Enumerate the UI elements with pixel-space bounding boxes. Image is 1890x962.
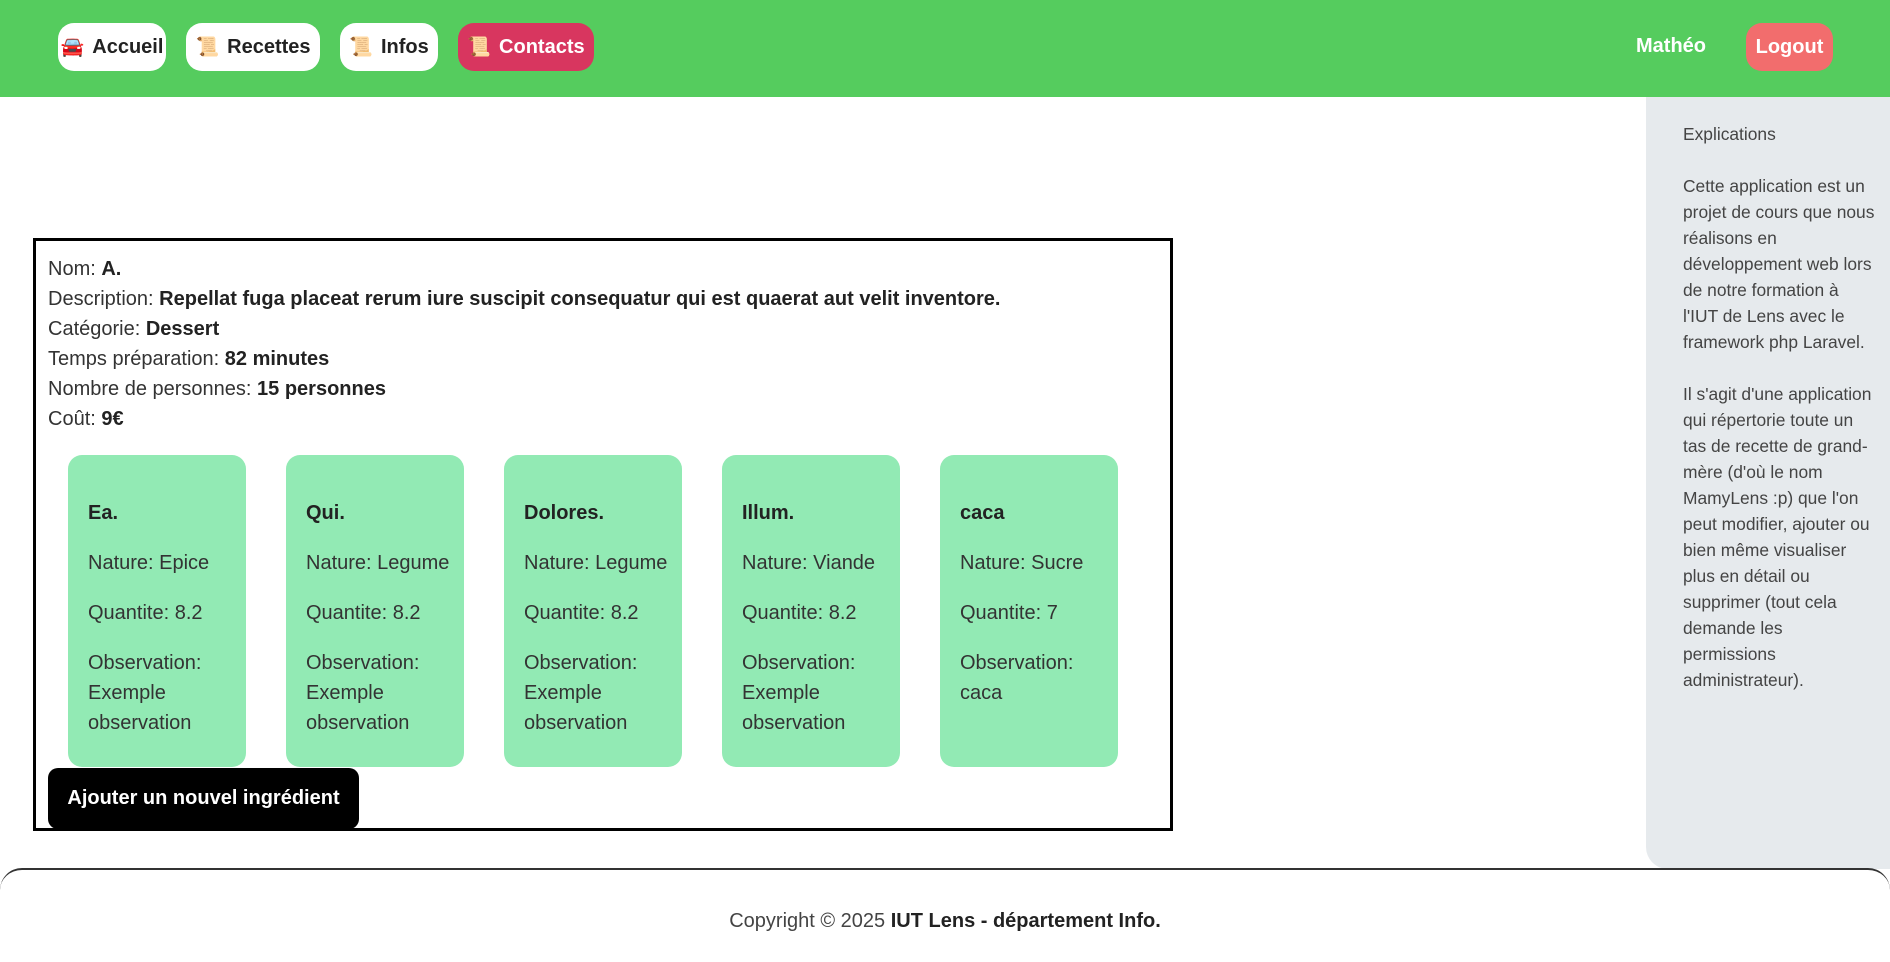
recipe-description-line: Description: Repellat fuga placeat rerum… xyxy=(48,284,1170,314)
nav-infos-button[interactable]: 📜 Infos xyxy=(340,23,438,71)
ingredient-nature: Nature: Legume xyxy=(524,552,668,574)
nav-contacts-button[interactable]: 📜 Contacts xyxy=(458,23,594,71)
sidebar-paragraph-1: Cette application est un projet de cours… xyxy=(1683,176,1875,352)
recipe-cost-value: 9€ xyxy=(101,408,124,430)
footer: Copyright © 2025 IUT Lens - département … xyxy=(0,868,1890,962)
scroll-icon: 📜 xyxy=(467,36,492,58)
sidebar-paragraph-2: Il s'agit d'une application qui répertor… xyxy=(1683,384,1872,690)
top-navbar: 🚘 Accueil 📜 Recettes 📜 Infos 📜 Contacts … xyxy=(0,0,1890,97)
nav-accueil-button[interactable]: 🚘 Accueil xyxy=(58,23,166,71)
add-ingredient-button[interactable]: Ajouter un nouvel ingrédient xyxy=(48,768,359,829)
car-icon: 🚘 xyxy=(60,36,85,58)
recipe-description-value: Repellat fuga placeat rerum iure suscipi… xyxy=(159,288,1001,310)
footer-copyright: Copyright © 2025 IUT Lens - département … xyxy=(0,910,1890,933)
nav-contacts-label: Contacts xyxy=(499,35,585,58)
ingredient-nature: Nature: Sucre xyxy=(960,552,1084,574)
recipe-name-line: Nom: A. xyxy=(48,254,1170,284)
recipe-category-value: Dessert xyxy=(145,318,220,340)
ingredient-observation: Observation: Exemple observation xyxy=(306,652,420,734)
recipe-detail-card: Nom: A. Description: Repellat fuga place… xyxy=(33,238,1173,831)
ingredient-card: Illum. Nature: Viande Quantite: 8.2 Obse… xyxy=(722,455,900,767)
ingredient-name: Qui. xyxy=(306,502,345,524)
footer-organization: IUT Lens - département Info. xyxy=(890,910,1161,932)
ingredient-name: Ea. xyxy=(88,502,119,524)
nav-accueil-label: Accueil xyxy=(92,35,164,58)
ingredient-quantity: Quantite: 8.2 xyxy=(524,602,639,624)
ingredient-quantity: Quantite: 8.2 xyxy=(306,602,421,624)
recipe-description-label: Description: xyxy=(48,288,160,310)
ingredient-name: Dolores. xyxy=(524,502,605,524)
ingredient-quantity: Quantite: 8.2 xyxy=(88,602,203,624)
recipe-servings-value: 15 personnes xyxy=(257,378,386,400)
ingredient-card: Dolores. Nature: Legume Quantite: 8.2 Ob… xyxy=(504,455,682,767)
recipe-name-label: Nom: xyxy=(48,258,102,280)
user-name[interactable]: Mathéo xyxy=(1636,35,1706,58)
recipe-servings-line: Nombre de personnes: 15 personnes xyxy=(48,374,1170,404)
recipe-servings-label: Nombre de personnes: xyxy=(48,378,258,400)
ingredient-observation: Observation: Exemple observation xyxy=(88,652,202,734)
recipe-time-line: Temps préparation: 82 minutes xyxy=(48,344,1170,374)
ingredient-card: Qui. Nature: Legume Quantite: 8.2 Observ… xyxy=(286,455,464,767)
nav-infos-label: Infos xyxy=(380,35,429,58)
recipe-cost-line: Coût: 9€ xyxy=(48,404,1170,434)
ingredient-observation: Observation: Exemple observation xyxy=(524,652,638,734)
explanation-sidebar: Explications Cette application est un pr… xyxy=(1646,97,1890,869)
logout-button[interactable]: Logout xyxy=(1746,23,1833,71)
scroll-icon: 📜 xyxy=(195,36,220,58)
recipe-category-line: Catégorie: Dessert xyxy=(48,314,1170,344)
ingredient-quantity: Quantite: 7 xyxy=(960,602,1058,624)
ingredient-name: caca xyxy=(960,502,1005,524)
ingredient-name: Illum. xyxy=(742,502,795,524)
footer-copyright-prefix: Copyright © 2025 xyxy=(729,910,891,932)
ingredient-nature: Nature: Legume xyxy=(306,552,450,574)
scroll-icon: 📜 xyxy=(349,36,373,58)
recipe-time-label: Temps préparation: xyxy=(48,348,225,370)
ingredient-quantity: Quantite: 8.2 xyxy=(742,602,857,624)
ingredient-observation: Observation: caca xyxy=(960,652,1074,704)
ingredient-nature: Nature: Epice xyxy=(88,552,210,574)
sidebar-title: Explications xyxy=(1683,124,1776,144)
ingredient-list: Ea. Nature: Epice Quantite: 8.2 Observat… xyxy=(68,455,1168,767)
ingredient-card: caca Nature: Sucre Quantite: 7 Observati… xyxy=(940,455,1118,767)
ingredient-nature: Nature: Viande xyxy=(742,552,876,574)
recipe-name-value: A. xyxy=(101,258,122,280)
ingredient-card: Ea. Nature: Epice Quantite: 8.2 Observat… xyxy=(68,455,246,767)
nav-recettes-button[interactable]: 📜 Recettes xyxy=(186,23,320,71)
recipe-cost-label: Coût: xyxy=(48,408,102,430)
recipe-category-label: Catégorie: xyxy=(48,318,146,340)
recipe-time-value: 82 minutes xyxy=(224,348,330,370)
nav-recettes-label: Recettes xyxy=(227,35,311,58)
ingredient-observation: Observation: Exemple observation xyxy=(742,652,856,734)
